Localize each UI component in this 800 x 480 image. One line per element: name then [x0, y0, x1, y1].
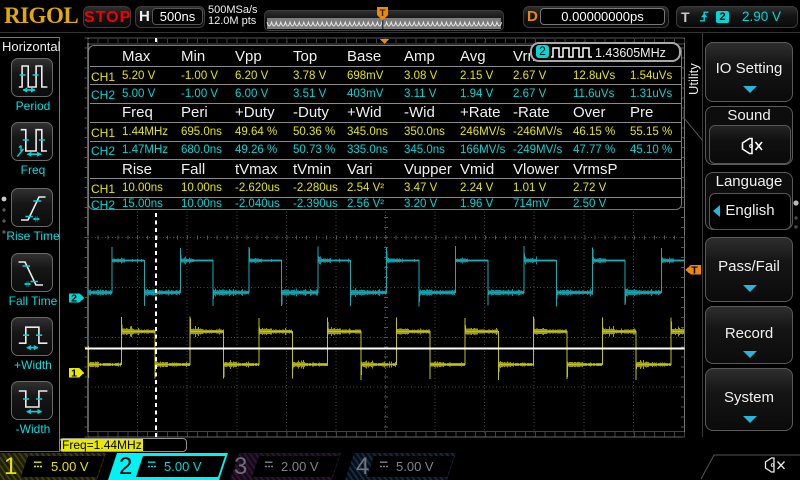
- svg-text:T: T: [380, 8, 386, 19]
- svg-text:1: 1: [71, 368, 77, 380]
- svg-text:2: 2: [71, 293, 77, 305]
- svg-text:T: T: [691, 265, 698, 277]
